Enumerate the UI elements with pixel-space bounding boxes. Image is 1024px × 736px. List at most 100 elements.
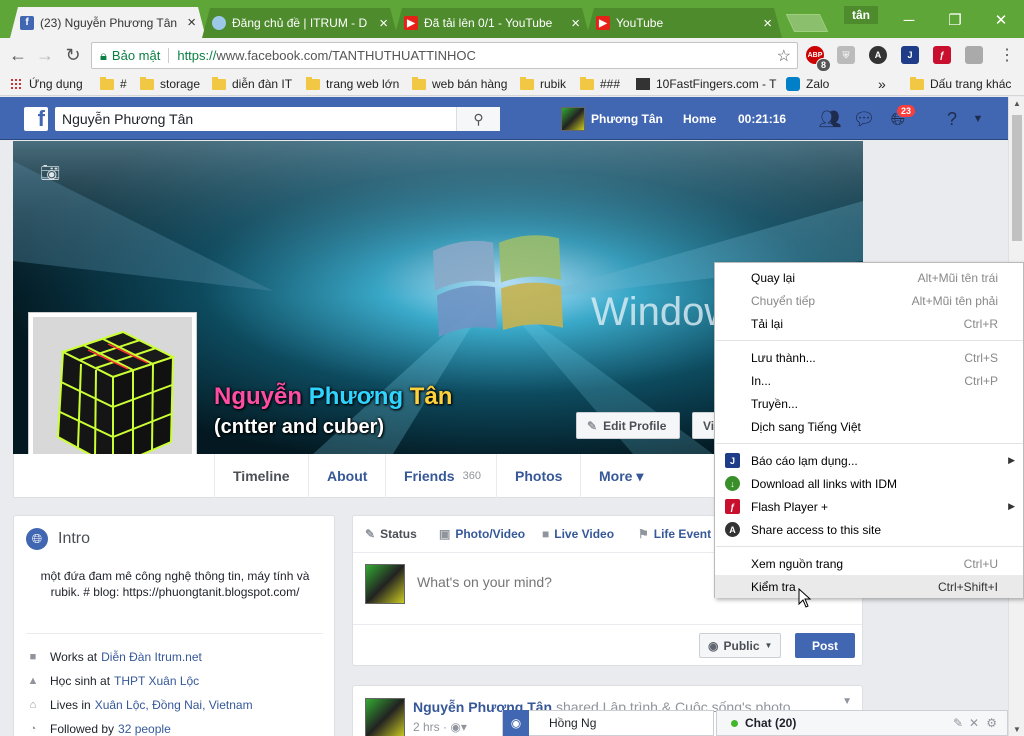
- menu-item-report-abuse[interactable]: J Báo cáo lạm dụng... ▶: [715, 449, 1023, 472]
- account-menu-caret-icon[interactable]: ▼: [966, 108, 990, 130]
- home-icon: ⌂: [29, 699, 37, 711]
- restore-icon[interactable]: ❐: [932, 0, 978, 40]
- scroll-up-arrow-icon[interactable]: ▲: [1009, 99, 1024, 108]
- close-tab-icon[interactable]: ×: [379, 16, 388, 31]
- audience-selector[interactable]: ◉ Public ▼: [699, 633, 782, 658]
- menu-item-cast[interactable]: Truyền...: [715, 392, 1023, 415]
- back-icon[interactable]: ←: [5, 42, 31, 68]
- search-icon[interactable]: ⚲: [456, 107, 500, 131]
- story-time[interactable]: 2 hrs: [413, 720, 440, 734]
- tab-more[interactable]: More ▾: [580, 454, 661, 498]
- j-extension-icon[interactable]: J: [901, 46, 919, 64]
- messenger-icon[interactable]: 💬︎: [852, 108, 876, 130]
- extension-badge: 8: [816, 58, 832, 72]
- bookmark-folder[interactable]: storage: [140, 76, 200, 92]
- chat-sidebar-toggle[interactable]: Chat (20) ✎ ✕ ⚙: [716, 710, 1008, 736]
- bookmark-other[interactable]: Dấu trang khác: [910, 76, 1011, 92]
- chat-tab-hong[interactable]: ◉ Hồng Ng: [502, 710, 714, 736]
- tab-youtube-upload[interactable]: ▶ Đã tải lên 0/1 - YouTube ×: [394, 8, 590, 38]
- story-meta: 2 hrs · ◉▾: [413, 720, 467, 734]
- bookmark-folder[interactable]: ###: [580, 76, 620, 92]
- facebook-logo-icon[interactable]: f: [24, 107, 48, 131]
- composer-tab-photo[interactable]: ▣ Photo/Video: [439, 516, 525, 552]
- cube-extension-icon[interactable]: [965, 46, 983, 64]
- close-window-icon[interactable]: ✕: [978, 0, 1024, 40]
- bookmark-folder[interactable]: diễn đàn IT: [212, 76, 292, 92]
- friend-requests-icon[interactable]: 👥︎: [818, 108, 842, 130]
- menu-item-print[interactable]: In... Ctrl+P: [715, 369, 1023, 392]
- video-icon: ■: [542, 527, 550, 541]
- bookmark-folder[interactable]: #: [100, 76, 127, 92]
- menu-item-label: Download all links with IDM: [751, 476, 898, 491]
- close-tab-icon[interactable]: ×: [187, 15, 196, 30]
- bookmark-label: Ứng dụng: [29, 77, 83, 91]
- shield-icon[interactable]: ⛨: [837, 46, 855, 64]
- scrollbar-thumb[interactable]: [1012, 115, 1022, 241]
- chrome-menu-icon[interactable]: ⋮: [994, 42, 1020, 68]
- close-icon[interactable]: ✕: [969, 716, 979, 730]
- composer-tab-live[interactable]: ■ Live Video: [542, 516, 614, 552]
- menu-item-inspect[interactable]: Kiểm tra Ctrl+Shift+I: [715, 575, 1023, 598]
- bookmark-folder[interactable]: web bán hàng: [412, 76, 507, 92]
- status-input[interactable]: [417, 574, 717, 590]
- intro-row-link[interactable]: 32 people: [118, 722, 171, 736]
- edit-profile-button[interactable]: ✎ Edit Profile: [576, 412, 680, 439]
- bookmark-folder[interactable]: rubik: [520, 76, 566, 92]
- intro-row-link[interactable]: THPT Xuân Lộc: [114, 674, 199, 688]
- minimize-icon[interactable]: ─: [886, 0, 932, 40]
- tab-timeline[interactable]: Timeline: [214, 454, 308, 498]
- bookmark-star-icon[interactable]: ☆: [777, 46, 791, 66]
- tab-youtube[interactable]: ▶ YouTube ×: [586, 8, 782, 38]
- address-bar[interactable]: 🔒︎ Bảo mật https://www.facebook.com/TANT…: [91, 42, 798, 69]
- share-a-icon[interactable]: A: [869, 46, 887, 64]
- gear-icon[interactable]: ⚙: [986, 716, 997, 730]
- menu-item-view-source[interactable]: Xem nguồn trang Ctrl+U: [715, 552, 1023, 575]
- menu-item-back[interactable]: Quay lại Alt+Mũi tên trái: [715, 266, 1023, 289]
- menu-item-flash[interactable]: ƒ Flash Player + ▶: [715, 495, 1023, 518]
- avatar[interactable]: [365, 698, 405, 736]
- menu-item-translate[interactable]: Dịch sang Tiếng Việt: [715, 415, 1023, 438]
- tab-friends[interactable]: Friends 360: [385, 454, 499, 498]
- close-tab-icon[interactable]: ×: [763, 16, 772, 31]
- bookmark-10fastfingers[interactable]: 10FastFingers.com - T: [636, 76, 776, 92]
- forward-icon[interactable]: →: [32, 42, 58, 68]
- intro-row-link[interactable]: Xuân Lộc, Đồng Nai, Vietnam: [95, 698, 253, 712]
- header-home-link[interactable]: Home: [683, 97, 716, 140]
- menu-item-save-as[interactable]: Lưu thành... Ctrl+S: [715, 346, 1023, 369]
- tab-photos[interactable]: Photos: [496, 454, 580, 498]
- browser-profile-name[interactable]: tân: [844, 6, 878, 24]
- facebook-search: ⚲: [55, 107, 500, 131]
- facebook-search-input[interactable]: [55, 108, 455, 130]
- header-user-link[interactable]: Phương Tân: [561, 97, 663, 140]
- composer-tab-life-event[interactable]: ⚑ Life Event: [638, 516, 711, 552]
- composer-tab-label: Status: [380, 527, 417, 541]
- header-user-name: Phương Tân: [591, 111, 663, 126]
- bookmarks-overflow-chevron[interactable]: »: [878, 76, 886, 92]
- flash-icon[interactable]: ƒ: [933, 46, 951, 64]
- intro-row-link[interactable]: Diễn Đàn Itrum.net: [101, 650, 202, 664]
- reload-icon[interactable]: ↻: [60, 42, 86, 68]
- composer-tab-status[interactable]: ✎ Status: [365, 516, 417, 552]
- context-menu: Quay lại Alt+Mũi tên trái Chuyển tiếp Alt+…: [714, 262, 1024, 598]
- intro-followers: ◔ Followed by 32 people: [27, 722, 171, 736]
- menu-item-share-access[interactable]: A Share access to this site: [715, 518, 1023, 541]
- compose-message-icon[interactable]: ✎: [953, 716, 963, 730]
- profile-name[interactable]: Nguyễn Phương Tân: [214, 383, 452, 411]
- new-tab-button[interactable]: [785, 14, 829, 32]
- tab-itrum[interactable]: Đăng chủ đề | ITRUM - D ×: [202, 8, 398, 38]
- story-options-chevron-icon[interactable]: ▼: [842, 696, 852, 707]
- menu-item-reload[interactable]: Tải lại Ctrl+R: [715, 312, 1023, 335]
- bookmark-label: storage: [160, 77, 201, 91]
- scroll-down-arrow-icon[interactable]: ▼: [1009, 725, 1024, 734]
- bookmark-apps[interactable]: Ứng dụng: [10, 76, 83, 92]
- menu-item-idm[interactable]: ↓ Download all links with IDM: [715, 472, 1023, 495]
- help-icon[interactable]: ?: [940, 108, 964, 130]
- tab-facebook-profile[interactable]: f (23) Nguyễn Phương Tân ×: [10, 7, 206, 38]
- url-text[interactable]: https://www.facebook.com/TANTHUTHUATTINH…: [169, 48, 476, 63]
- tab-about[interactable]: About: [308, 454, 385, 498]
- close-tab-icon[interactable]: ×: [571, 16, 580, 31]
- bookmark-zalo[interactable]: Zalo: [786, 76, 829, 92]
- post-button[interactable]: Post: [795, 633, 855, 658]
- bookmark-folder[interactable]: trang web lớn: [306, 76, 399, 92]
- camera-icon[interactable]: 📷︎: [40, 163, 62, 182]
